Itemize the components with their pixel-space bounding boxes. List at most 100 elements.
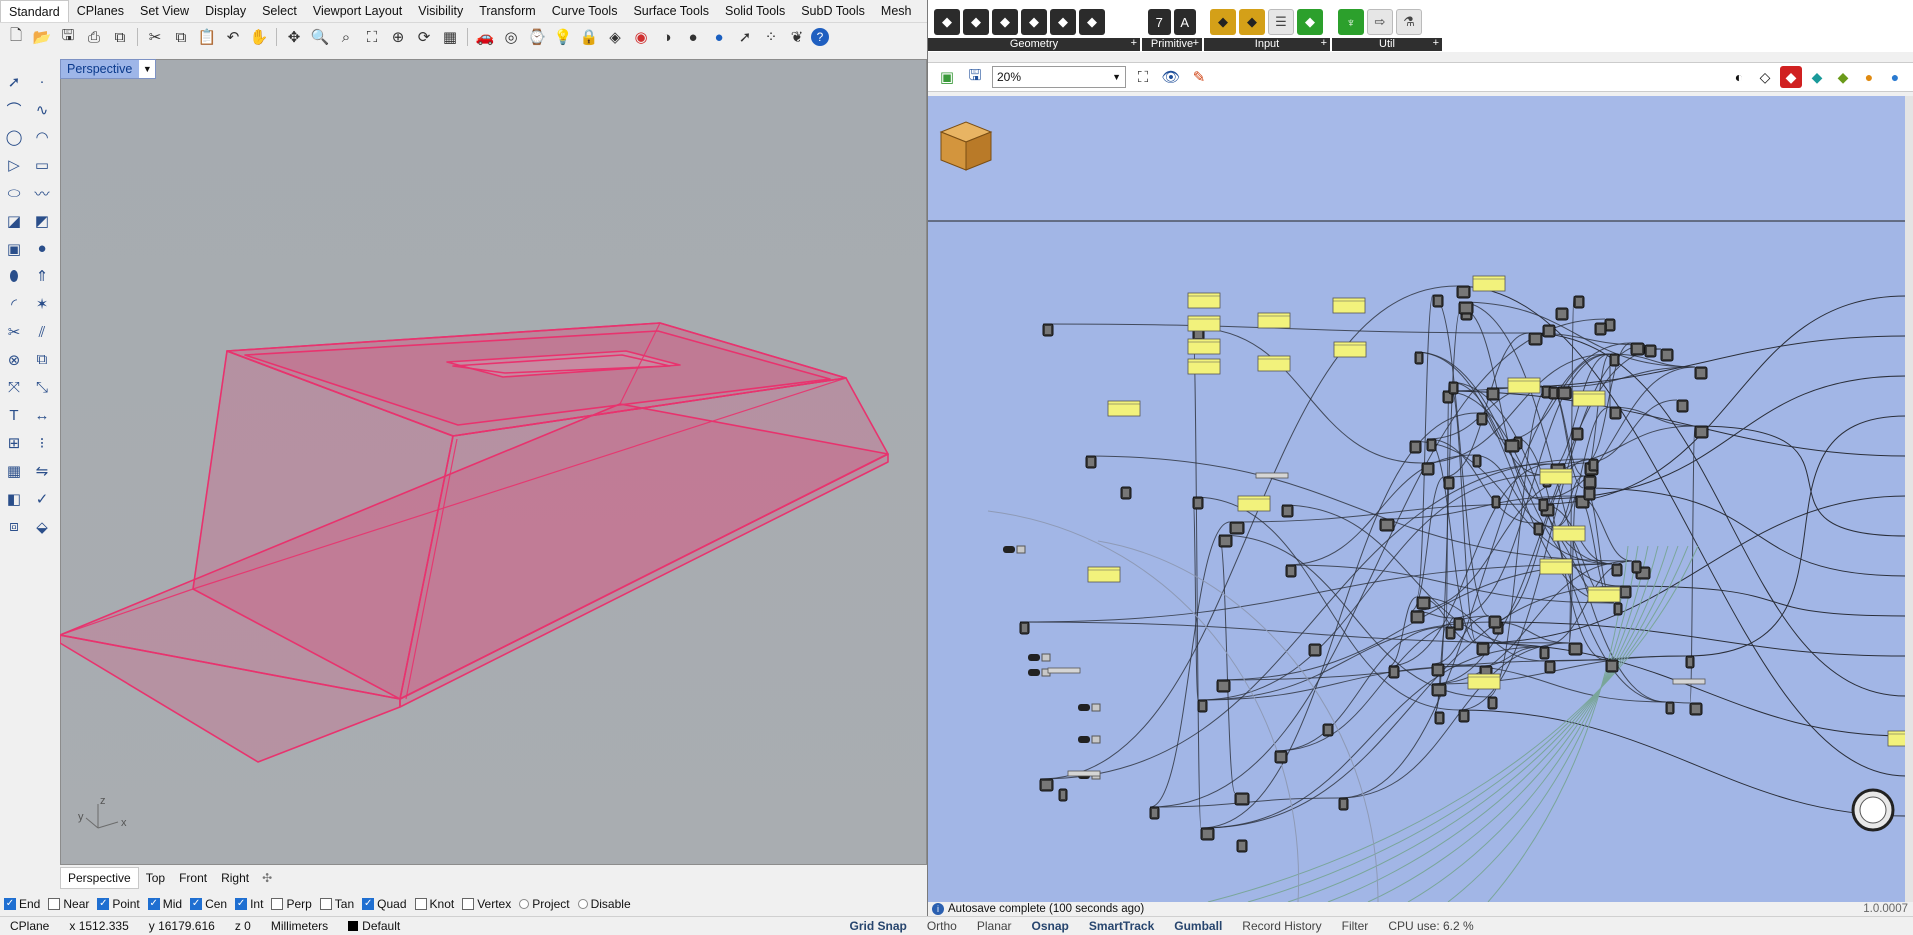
pan-hand-icon[interactable]: ✋ [247, 26, 271, 48]
osnap-end-checkbox[interactable]: ✓ [4, 898, 16, 910]
toggle-filter[interactable]: Filter [1332, 917, 1379, 935]
toggle-ortho[interactable]: Ortho [917, 917, 967, 935]
component-node-face[interactable] [1341, 800, 1346, 808]
zoom-extents-icon[interactable]: ⛶ [360, 26, 384, 48]
component-node-face[interactable] [1284, 507, 1291, 515]
component-node-face[interactable] [1479, 415, 1485, 423]
tab-select[interactable]: Select [254, 0, 305, 22]
param-panel[interactable] [1087, 566, 1121, 583]
extrude-icon[interactable]: ⇑ [28, 263, 56, 291]
zoom-selected-icon[interactable]: ⊕ [386, 26, 410, 48]
component-node-face[interactable] [1547, 663, 1553, 671]
component-node-face[interactable] [1633, 345, 1642, 353]
explode-icon[interactable]: ✶ [28, 290, 56, 318]
select-arrow-icon[interactable]: ➚ [0, 68, 28, 96]
param-panel[interactable] [1572, 390, 1606, 407]
component-node-face[interactable] [1507, 442, 1517, 450]
block-icon[interactable]: ⊞ [0, 429, 28, 457]
ribbon-panel-label[interactable]: Geometry [928, 37, 1140, 51]
dimension-icon[interactable]: ↔ [28, 402, 56, 430]
component-node-face[interactable] [1448, 629, 1453, 637]
component-node-face[interactable] [1576, 298, 1582, 306]
component-node-face[interactable] [1668, 704, 1672, 712]
component-node-face[interactable] [1551, 389, 1556, 397]
car-icon[interactable]: 🚗 [473, 26, 497, 48]
sphere-icon[interactable]: ● [707, 26, 731, 48]
rotate-view-icon[interactable]: ✥ [282, 26, 306, 48]
param-panel[interactable] [1887, 730, 1906, 747]
component-node-face[interactable] [1544, 388, 1549, 396]
cluster-box-icon[interactable] [939, 121, 993, 171]
array-icon[interactable]: ⁝ [28, 429, 56, 457]
component-node-face[interactable] [1088, 458, 1094, 466]
tab-viewport-layout[interactable]: Viewport Layout [305, 0, 410, 22]
osnap-project-radio[interactable] [519, 899, 530, 909]
component-node-face[interactable] [1622, 588, 1629, 596]
component-node-face[interactable] [1417, 354, 1421, 362]
document-preview-icon[interactable]: ● [1858, 66, 1880, 88]
input-node-tag[interactable] [1016, 545, 1026, 554]
param-panel[interactable] [1237, 495, 1271, 512]
cylinder-icon[interactable]: ⬮ [0, 263, 28, 291]
toggle-icon[interactable]: ◆ [1239, 9, 1265, 35]
tab-display[interactable]: Display [197, 0, 254, 22]
component-node-face[interactable] [1413, 613, 1422, 621]
navigation-compass-inner[interactable] [1859, 796, 1887, 824]
component-node-face[interactable] [1391, 668, 1397, 676]
input-node-tag[interactable] [1091, 703, 1101, 712]
toggle-grid-snap[interactable]: Grid Snap [840, 917, 917, 935]
split-icon[interactable]: ⫽ [28, 318, 56, 346]
osnap-tan[interactable]: Tan [319, 897, 354, 911]
shaded-preview-icon[interactable]: ◆ [1780, 66, 1802, 88]
slider-node[interactable] [1255, 472, 1289, 479]
tab-surface-tools[interactable]: Surface Tools [625, 0, 717, 22]
osnap-vertex[interactable]: Vertex [462, 897, 511, 911]
zoom-icon[interactable]: 🔍 [308, 26, 332, 48]
component-node-face[interactable] [1434, 666, 1442, 674]
toggle-record-history[interactable]: Record History [1232, 917, 1331, 935]
selected-only-icon[interactable]: ◆ [1806, 66, 1828, 88]
tree-icon[interactable]: ♆ [1338, 9, 1364, 35]
tab-curve-tools[interactable]: Curve Tools [544, 0, 626, 22]
component-node-face[interactable] [1586, 478, 1594, 486]
osnap-perp[interactable]: Perp [271, 897, 312, 911]
sphere-icon[interactable]: ● [28, 235, 56, 263]
mesh-quality-icon[interactable]: ◆ [1832, 66, 1854, 88]
component-node-face[interactable] [1558, 310, 1566, 318]
open-folder-icon[interactable]: 📂 [30, 26, 54, 48]
polygon-icon[interactable]: ▷ [0, 151, 28, 179]
toggle-smarttrack[interactable]: SmartTrack [1079, 917, 1164, 935]
component-node-face[interactable] [1042, 781, 1051, 789]
sketch-pen-icon[interactable]: ✎ [1188, 66, 1210, 88]
tab-cplanes[interactable]: CPlanes [69, 0, 132, 22]
component-node-face[interactable] [1022, 624, 1027, 632]
component-node-face[interactable] [1456, 620, 1461, 628]
paint-icon[interactable]: ⬙ [28, 513, 56, 541]
rectangle-icon[interactable]: ▭ [28, 151, 56, 179]
box-param-icon[interactable]: ◆ [1050, 9, 1076, 35]
ribbon-panel-label[interactable]: Primitive [1142, 37, 1202, 51]
osnap-point-checkbox[interactable]: ✓ [97, 898, 110, 910]
fillet-icon[interactable]: ◜ [0, 290, 28, 318]
scale-icon[interactable]: ⤡ [28, 374, 56, 402]
osnap-int-checkbox[interactable]: ✓ [235, 898, 248, 910]
slider-node[interactable] [1067, 770, 1101, 777]
component-node-face[interactable] [1232, 524, 1242, 532]
component-node-face[interactable] [1697, 369, 1705, 377]
component-node-face[interactable] [1288, 567, 1294, 575]
osnap-point[interactable]: ✓ Point [97, 897, 140, 911]
open-file-icon[interactable]: ▣ [936, 66, 958, 88]
named-view-icon[interactable]: ◎ [499, 26, 523, 48]
copy-icon[interactable]: ⧉ [169, 26, 193, 48]
mesh-param-icon[interactable]: ◆ [1021, 9, 1047, 35]
osnap-quad[interactable]: ✓ Quad [362, 897, 407, 911]
viewport-tab-perspective[interactable]: Perspective [60, 867, 139, 889]
surface-param-icon[interactable]: ◆ [963, 9, 989, 35]
component-node-face[interactable] [1237, 795, 1247, 803]
input-node[interactable] [1028, 654, 1040, 661]
osnap-cen[interactable]: ✓ Cen [190, 897, 227, 911]
input-node[interactable] [1078, 704, 1090, 711]
osnap-disable-radio[interactable] [577, 899, 588, 909]
ribbon-panel-label[interactable]: Input [1204, 37, 1330, 51]
component-node-face[interactable] [1461, 304, 1471, 312]
